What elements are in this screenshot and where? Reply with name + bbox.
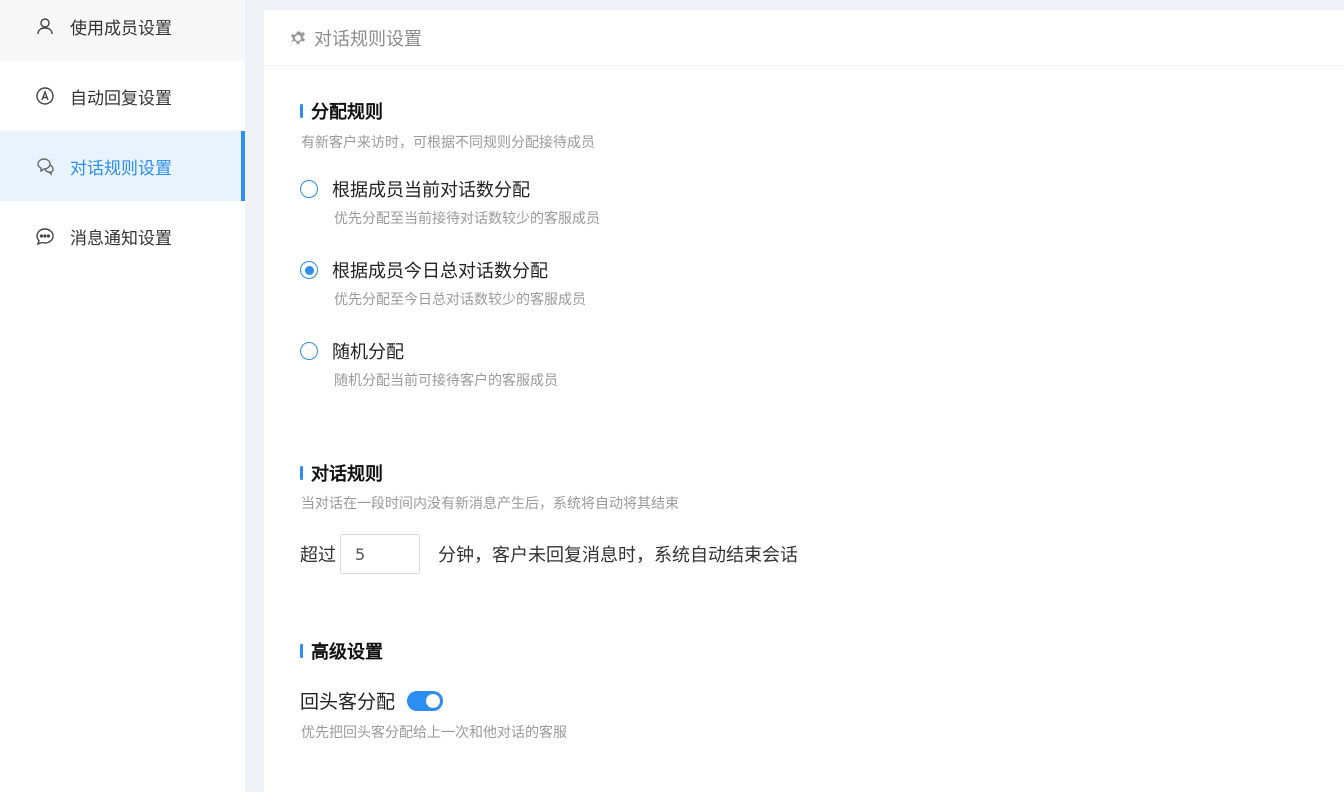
radio-option-random[interactable]: 随机分配: [300, 338, 404, 364]
radio-button[interactable]: [300, 180, 318, 198]
radio-option-today-count[interactable]: 根据成员今日总对话数分配: [300, 257, 548, 283]
gear-icon: [288, 28, 308, 48]
sidebar-item-label: 使用成员设置: [70, 18, 172, 39]
section-marker: [300, 104, 303, 118]
toggle-knob: [426, 693, 441, 708]
radio-dot: [304, 265, 314, 275]
message-dots-icon: [34, 225, 56, 247]
sidebar-item-members[interactable]: 使用成员设置: [0, 0, 245, 61]
timeout-row: 超过 分钟，客户未回复消息时，系统自动结束会话: [300, 534, 798, 574]
returning-customer-label: 回头客分配: [300, 691, 396, 713]
section-marker: [300, 644, 303, 658]
timeout-prefix: 超过: [300, 545, 336, 566]
user-icon: [34, 15, 56, 37]
returning-customer-row: 回头客分配: [300, 687, 444, 714]
radio-option-desc: 优先分配至当前接待对话数较少的客服成员: [334, 211, 600, 227]
radio-label: 随机分配: [332, 342, 404, 363]
section-marker: [300, 466, 303, 480]
radio-button-selected[interactable]: [300, 261, 318, 279]
sidebar-item-label: 自动回复设置: [70, 88, 172, 109]
conversation-section-title: 对话规则: [300, 460, 383, 486]
sidebar-item-chat-rules[interactable]: 对话规则设置: [0, 131, 245, 201]
sidebar-item-label: 消息通知设置: [70, 228, 172, 249]
sidebar: 使用成员设置 自动回复设置 对话规则设置 消息通知设置: [0, 0, 245, 792]
minutes-input[interactable]: [340, 534, 420, 574]
allocation-section-title: 分配规则: [300, 98, 383, 124]
allocation-title-text: 分配规则: [311, 102, 383, 123]
auto-reply-icon: [34, 85, 56, 107]
sidebar-item-label: 对话规则设置: [70, 158, 172, 179]
radio-option-current-count[interactable]: 根据成员当前对话数分配: [300, 176, 530, 202]
returning-customer-desc: 优先把回头客分配给上一次和他对话的客服: [301, 725, 567, 741]
conversation-title-text: 对话规则: [311, 464, 383, 485]
page-title: 对话规则设置: [314, 28, 422, 50]
panel-header: 对话规则设置: [264, 10, 1344, 66]
radio-button[interactable]: [300, 342, 318, 360]
sidebar-item-auto-reply[interactable]: 自动回复设置: [0, 61, 245, 131]
radio-option-desc: 随机分配当前可接待客户的客服成员: [334, 373, 558, 389]
conversation-desc: 当对话在一段时间内没有新消息产生后，系统将自动将其结束: [301, 496, 679, 512]
allocation-desc: 有新客户来访时，可根据不同规则分配接待成员: [301, 135, 595, 151]
advanced-section-title: 高级设置: [300, 638, 383, 664]
radio-option-desc: 优先分配至今日总对话数较少的客服成员: [334, 292, 586, 308]
settings-panel: 对话规则设置 分配规则 有新客户来访时，可根据不同规则分配接待成员 根据成员当前…: [264, 10, 1344, 792]
radio-label: 根据成员当前对话数分配: [332, 180, 530, 201]
returning-customer-toggle[interactable]: [407, 690, 444, 711]
timeout-suffix: 分钟，客户未回复消息时，系统自动结束会话: [438, 545, 798, 566]
advanced-title-text: 高级设置: [311, 642, 383, 663]
radio-label: 根据成员今日总对话数分配: [332, 261, 548, 282]
sidebar-item-notifications[interactable]: 消息通知设置: [0, 201, 245, 271]
chat-bubbles-icon: [34, 155, 56, 177]
